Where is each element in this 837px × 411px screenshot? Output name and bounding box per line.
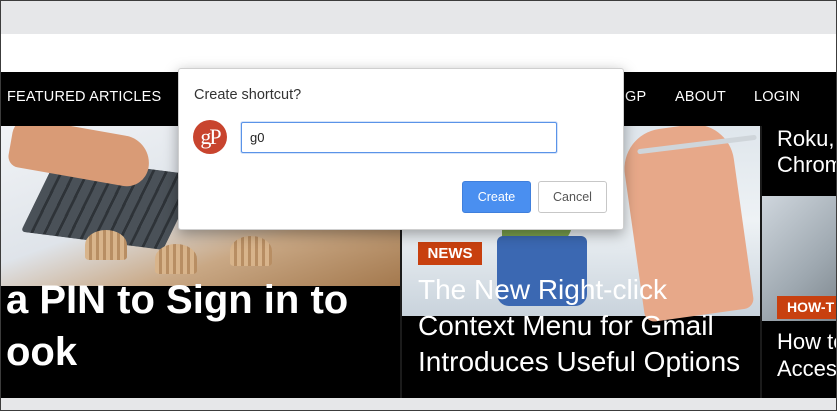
dialog-title: Create shortcut? xyxy=(194,87,302,103)
article-title[interactable]: a PIN to Sign in to ook xyxy=(6,274,348,378)
article-title-line: Acces xyxy=(777,356,837,381)
article-title[interactable]: Roku, Chrom xyxy=(777,126,837,178)
article-title-line: Chrom xyxy=(777,152,837,177)
shell-illustration xyxy=(230,236,272,266)
site-favicon-icon: gP xyxy=(193,120,227,154)
site-header-band: gP xyxy=(0,34,837,106)
nav-featured-articles[interactable]: FEATURED ARTICLES xyxy=(7,89,161,105)
article-title[interactable]: How to Acces xyxy=(777,328,837,382)
category-badge-news[interactable]: NEWS xyxy=(418,242,482,265)
shell-illustration xyxy=(85,230,127,260)
nav-about[interactable]: ABOUT xyxy=(675,89,726,105)
article-title-line: a PIN to Sign in to xyxy=(6,278,349,322)
create-button[interactable]: Create xyxy=(462,181,531,213)
article-title-line: ook xyxy=(6,330,78,374)
nav-gp[interactable]: GP xyxy=(625,89,646,105)
bottom-strip xyxy=(0,398,837,411)
create-shortcut-dialog: Create shortcut? gP Create Cancel xyxy=(178,68,624,230)
article-column-right[interactable]: Roku, Chrom HOW-T How to Acces xyxy=(762,126,837,398)
category-badge-howto[interactable]: HOW-T xyxy=(777,296,837,319)
article-title[interactable]: The New Right-click Context Menu for Gma… xyxy=(418,272,758,380)
cancel-button[interactable]: Cancel xyxy=(538,181,607,213)
shortcut-name-input[interactable] xyxy=(241,122,557,153)
article-title-line: Roku, xyxy=(777,126,835,151)
browser-top-strip xyxy=(0,0,837,34)
shell-illustration xyxy=(155,244,197,274)
nav-login[interactable]: LOGIN xyxy=(754,89,800,105)
article-title-line: How to xyxy=(777,329,837,354)
